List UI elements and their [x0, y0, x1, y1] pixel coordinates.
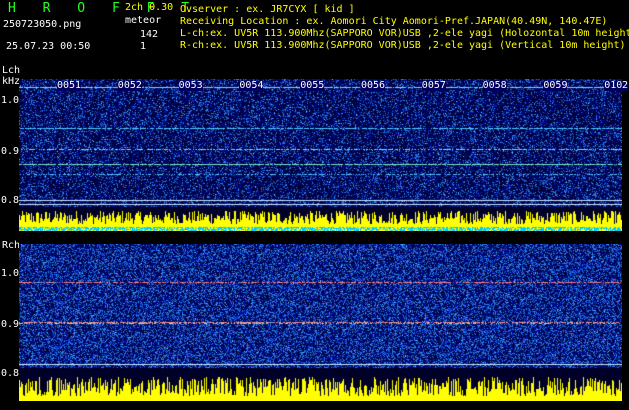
lch-label: Lch: [2, 65, 21, 76]
khz-unit-label: kHz: [2, 76, 21, 87]
lch-meteor-count: 142: [140, 29, 159, 40]
time-label: 0058: [482, 80, 507, 91]
rch-spectrogram: [19, 244, 622, 401]
rch-tick-1-0: 1.0: [1, 268, 20, 279]
version-label: 2ch 0.30: [125, 2, 174, 13]
file-name: 250723050.png: [3, 19, 82, 30]
time-label: 0056: [361, 80, 386, 91]
time-label: 0051: [57, 80, 82, 91]
time-label: 0055: [300, 80, 325, 91]
lch-tick-1-0: 1.0: [1, 95, 20, 106]
time-label: 0053: [178, 80, 203, 91]
lch-tick-0-9: 0.9: [1, 146, 20, 157]
rch-tick-0-9: 0.9: [1, 319, 20, 330]
lch-tick-0-8: 0.8: [1, 195, 20, 206]
time-label: 0054: [239, 80, 264, 91]
time-label: 0057: [421, 80, 446, 91]
rch-tick-0-8: 0.8: [1, 368, 20, 379]
time-label: 2: [622, 80, 629, 91]
location-info: Receiving Location : ex. Aomori City Aom…: [180, 16, 608, 27]
lch-info: L-ch:ex. UV5R 113.900Mhz(SAPPORO VOR)USB…: [180, 28, 629, 39]
time-label: 0059: [543, 80, 568, 91]
rch-info: R-ch:ex. UV5R 113.900Mhz(SAPPORO VOR)USB…: [180, 40, 626, 51]
rch-meteor-count: 1: [140, 41, 147, 52]
rch-label: Rch: [2, 240, 21, 251]
date-time: 25.07.23 00:50: [6, 41, 91, 52]
time-label: 0052: [117, 80, 142, 91]
meteor-label: meteor: [125, 15, 162, 26]
observer-info: Ovserver : ex. JR7CYX [ kid ]: [180, 4, 355, 15]
lch-spectrogram: [19, 79, 622, 231]
